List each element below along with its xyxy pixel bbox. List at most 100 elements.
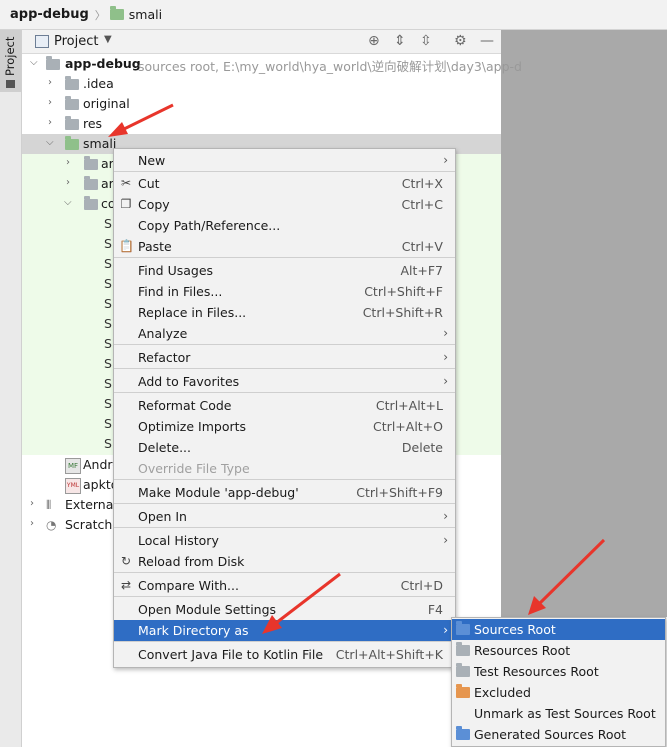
locate-icon[interactable]: ⊕ bbox=[368, 33, 380, 49]
menu-item-shortcut: Ctrl+D bbox=[400, 578, 443, 593]
smali-file-label: S bbox=[104, 396, 112, 411]
chevron-right-icon[interactable]: › bbox=[30, 518, 34, 529]
menu-item-compare-with[interactable]: ⇄ Compare With... Ctrl+D bbox=[114, 575, 455, 596]
menu-item-refactor[interactable]: Refactor › bbox=[114, 347, 455, 368]
menu-item-copy[interactable]: ❐ Copy Ctrl+C bbox=[114, 194, 455, 215]
menu-item-shortcut: Ctrl+V bbox=[401, 239, 443, 254]
menu-item-label: Open Module Settings bbox=[138, 602, 277, 617]
chevron-right-icon[interactable]: › bbox=[30, 498, 34, 509]
menu-item-shortcut: Ctrl+Alt+O bbox=[373, 419, 443, 434]
project-view-icon bbox=[35, 35, 49, 48]
chevron-right-icon[interactable]: › bbox=[48, 97, 52, 108]
menu-item-label: Refactor bbox=[138, 350, 191, 365]
tree-row-original[interactable]: › original bbox=[22, 94, 501, 114]
chevron-down-icon[interactable]: ⌵ bbox=[64, 197, 72, 208]
project-view-title[interactable]: Project bbox=[54, 34, 98, 49]
menu-separator bbox=[114, 368, 455, 369]
submenu-item-test-resources-root[interactable]: Test Resources Root bbox=[452, 661, 665, 682]
menu-item-analyze[interactable]: Analyze › bbox=[114, 323, 455, 344]
tool-window-icon bbox=[6, 80, 15, 88]
menu-item-reload-from-disk[interactable]: ↻ Reload from Disk bbox=[114, 551, 455, 572]
tool-window-strip: Project bbox=[0, 30, 22, 747]
menu-item-label: Reformat Code bbox=[138, 398, 232, 413]
menu-separator bbox=[114, 171, 455, 172]
tree-row-idea[interactable]: › .idea bbox=[22, 74, 501, 94]
submenu-item-generated-sources-root[interactable]: Generated Sources Root bbox=[452, 724, 665, 745]
chevron-right-icon: › bbox=[443, 153, 448, 167]
menu-item-cut[interactable]: ✂ Cut Ctrl+X bbox=[114, 173, 455, 194]
chevron-down-icon[interactable]: ⌵ bbox=[30, 57, 38, 68]
chevron-right-icon[interactable]: › bbox=[48, 77, 52, 88]
chevron-right-icon[interactable]: › bbox=[48, 117, 52, 128]
menu-item-convert-java-file-to-kotlin-file[interactable]: Convert Java File to Kotlin File Ctrl+Alt… bbox=[114, 644, 455, 665]
menu-item-shortcut: Ctrl+Alt+L bbox=[375, 398, 443, 413]
menu-item-override-file-type[interactable]: Override File Type bbox=[114, 458, 455, 479]
menu-item-local-history[interactable]: Local History › bbox=[114, 530, 455, 551]
breadcrumb: app-debug 〉 smali bbox=[0, 0, 667, 30]
folder-icon bbox=[65, 136, 79, 150]
menu-item-shortcut: Ctrl+Shift+F bbox=[364, 284, 443, 299]
submenu-item-excluded[interactable]: Excluded bbox=[452, 682, 665, 703]
menu-item-label: Override File Type bbox=[138, 461, 250, 476]
smali-file-label: S bbox=[104, 296, 112, 311]
submenu-item-resources-root[interactable]: Resources Root bbox=[452, 640, 665, 661]
expand-all-icon[interactable]: ⇕ bbox=[394, 33, 406, 49]
minimize-icon[interactable]: — bbox=[480, 33, 494, 49]
breadcrumb-folder[interactable]: smali bbox=[129, 7, 162, 22]
chevron-right-icon: › bbox=[443, 326, 448, 340]
smali-file-label: S bbox=[104, 436, 112, 451]
gear-icon[interactable]: ⚙ bbox=[454, 33, 467, 49]
paste-icon: 📋 bbox=[119, 239, 134, 253]
menu-item-copy-path-reference[interactable]: Copy Path/Reference... bbox=[114, 215, 455, 236]
menu-item-label: Find Usages bbox=[138, 263, 214, 278]
smali-file-label: S bbox=[104, 356, 112, 371]
menu-separator bbox=[114, 479, 455, 480]
tree-item-label: ar bbox=[101, 176, 114, 191]
menu-item-reformat-code[interactable]: Reformat Code Ctrl+Alt+L bbox=[114, 395, 455, 416]
tree-item-label: smali bbox=[83, 136, 117, 151]
compare-icon: ⇄ bbox=[120, 578, 132, 592]
chevron-down-icon[interactable]: ▼ bbox=[104, 34, 112, 45]
smali-file-label: S bbox=[104, 236, 112, 251]
menu-item-find-in-files[interactable]: Find in Files... Ctrl+Shift+F bbox=[114, 281, 455, 302]
submenu-item-sources-root[interactable]: Sources Root bbox=[452, 619, 665, 640]
chevron-right-icon[interactable]: › bbox=[66, 177, 70, 188]
menu-item-open-module-settings[interactable]: Open Module Settings F4 bbox=[114, 599, 455, 620]
chevron-right-icon[interactable]: › bbox=[66, 157, 70, 168]
menu-item-delete[interactable]: Delete... Delete bbox=[114, 437, 455, 458]
resources-root-folder-icon bbox=[456, 642, 470, 656]
menu-item-new[interactable]: New › bbox=[114, 150, 455, 171]
collapse-all-icon[interactable]: ⇳ bbox=[420, 33, 432, 49]
scissors-icon: ✂ bbox=[120, 176, 132, 190]
chevron-right-icon: › bbox=[443, 350, 448, 364]
menu-item-replace-in-files[interactable]: Replace in Files... Ctrl+Shift+R bbox=[114, 302, 455, 323]
tree-row-res[interactable]: › res bbox=[22, 114, 501, 134]
manifest-file-icon: MF bbox=[65, 458, 81, 474]
menu-item-label: New bbox=[138, 153, 166, 168]
breadcrumb-root[interactable]: app-debug bbox=[10, 7, 89, 22]
tree-item-label: res bbox=[83, 116, 103, 131]
submenu-item-label: Excluded bbox=[474, 685, 531, 700]
package-folder-icon bbox=[84, 196, 98, 210]
menu-item-add-to-favorites[interactable]: Add to Favorites › bbox=[114, 371, 455, 392]
tree-row-root[interactable]: ⌵ app-debug sources root, E:\my_world\hy… bbox=[22, 54, 522, 74]
menu-item-open-in[interactable]: Open In › bbox=[114, 506, 455, 527]
smali-file-label: S bbox=[104, 316, 112, 331]
menu-item-make-module-app-debug[interactable]: Make Module 'app-debug' Ctrl+Shift+F9 bbox=[114, 482, 455, 503]
folder-icon bbox=[65, 116, 79, 130]
menu-item-label: Delete... bbox=[138, 440, 191, 455]
chevron-right-icon: › bbox=[443, 623, 448, 637]
menu-item-optimize-imports[interactable]: Optimize Imports Ctrl+Alt+O bbox=[114, 416, 455, 437]
chevron-down-icon[interactable]: ⌵ bbox=[46, 137, 54, 148]
submenu-item-unmark-as-test-sources-root[interactable]: Unmark as Test Sources Root bbox=[452, 703, 665, 724]
scratches-icon: ◔ bbox=[46, 518, 57, 532]
menu-item-find-usages[interactable]: Find Usages Alt+F7 bbox=[114, 260, 455, 281]
menu-item-mark-directory-as[interactable]: Mark Directory as › bbox=[114, 620, 455, 641]
smali-file-label: S bbox=[104, 216, 112, 231]
menu-item-paste[interactable]: 📋 Paste Ctrl+V bbox=[114, 236, 455, 257]
menu-item-label: Copy bbox=[138, 197, 170, 212]
tree-root-label: app-debug bbox=[65, 56, 141, 71]
menu-item-label: Paste bbox=[138, 239, 172, 254]
package-folder-icon bbox=[84, 156, 98, 170]
menu-item-shortcut: Ctrl+X bbox=[401, 176, 443, 191]
